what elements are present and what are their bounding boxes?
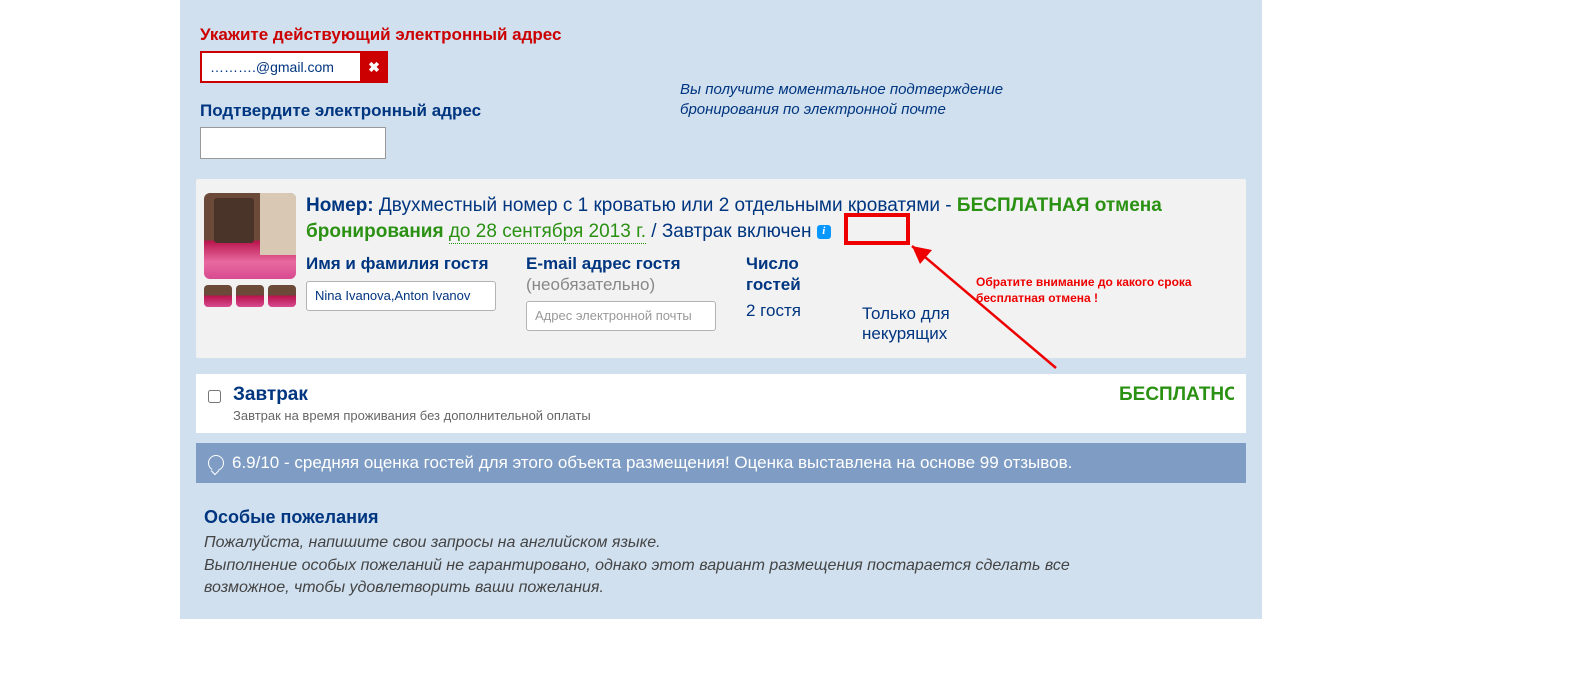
- nosmoking-column: Только для некурящих: [862, 298, 972, 344]
- email-input-group: ✖: [200, 51, 1242, 83]
- nosmoking-text: Только для некурящих: [862, 304, 972, 344]
- room-thumb[interactable]: [236, 285, 264, 307]
- email-confirm-field[interactable]: [200, 127, 386, 159]
- guest-name-label: Имя и фамилия гостя: [306, 254, 502, 274]
- breakfast-checkbox[interactable]: [208, 390, 221, 403]
- email-section: Укажите действующий электронный адрес ✖ …: [190, 0, 1252, 169]
- wishes-heading: Особые пожелания: [204, 507, 1238, 528]
- guest-email-optional: (необязательно): [526, 275, 722, 295]
- guest-name-column: Имя и фамилия гостя: [306, 254, 502, 344]
- annotation-text: Обратите внимание до какого срока беспла…: [976, 275, 1216, 306]
- room-photo[interactable]: [204, 193, 296, 279]
- confirmation-note: Вы получите моментальное подтверждение б…: [680, 80, 1010, 121]
- room-name-text: Двухместный номер с 1 кроватью или 2 отд…: [374, 195, 957, 216]
- info-icon[interactable]: i: [817, 225, 831, 239]
- breakfast-title: Завтрак: [233, 384, 591, 406]
- guest-count-value: 2 гостя: [746, 301, 826, 321]
- guest-name-field[interactable]: [306, 281, 496, 311]
- breakfast-included-text: / Завтрак включен: [646, 221, 817, 242]
- room-title-line: Номер: Двухместный номер с 1 кроватью ил…: [306, 193, 1238, 244]
- speech-bubble-icon: [208, 455, 224, 471]
- guest-email-label: E-mail адрес гостя: [526, 254, 722, 274]
- room-label: Номер:: [306, 195, 374, 216]
- special-wishes-section: Особые пожелания Пожалуйста, напишите св…: [204, 507, 1238, 599]
- room-thumbnails: [204, 285, 296, 307]
- guest-count-label: Число гостей: [746, 254, 826, 295]
- breakfast-free-badge: БЕСПЛАТНО: [1119, 384, 1234, 406]
- guest-email-field[interactable]: [526, 301, 716, 331]
- room-thumb[interactable]: [268, 285, 296, 307]
- guest-count-column: Число гостей 2 гостя: [746, 254, 826, 344]
- email-field[interactable]: [200, 51, 360, 83]
- guest-email-column: E-mail адрес гостя (необязательно): [526, 254, 722, 344]
- rating-bar: 6.9/10 - средняя оценка гостей для этого…: [196, 443, 1246, 483]
- close-icon: ✖: [368, 59, 380, 76]
- room-thumb[interactable]: [204, 285, 232, 307]
- room-photo-column: [204, 193, 296, 344]
- booking-form-panel: Укажите действующий электронный адрес ✖ …: [180, 0, 1262, 619]
- rating-text: 6.9/10 - средняя оценка гостей для этого…: [232, 453, 1072, 473]
- breakfast-row: Завтрак Завтрак на время проживания без …: [196, 374, 1246, 433]
- room-info: Номер: Двухместный номер с 1 кроватью ил…: [306, 193, 1238, 344]
- email-clear-button[interactable]: ✖: [360, 51, 388, 83]
- email-error-label: Укажите действующий электронный адрес: [200, 25, 1242, 45]
- breakfast-text-block: Завтрак Завтрак на время проживания без …: [233, 384, 591, 423]
- cancel-deadline-link[interactable]: до 28 сентября 2013 г.: [449, 221, 646, 244]
- room-card: Обратите внимание до какого срока беспла…: [196, 179, 1246, 358]
- breakfast-desc: Завтрак на время проживания без дополнит…: [233, 408, 591, 423]
- wishes-description: Пожалуйста, напишите свои запросы на анг…: [204, 532, 1154, 599]
